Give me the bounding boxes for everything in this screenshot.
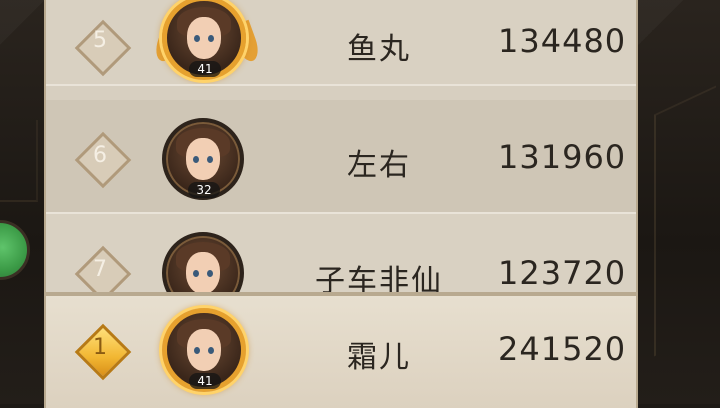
- player-score: 241520: [498, 330, 627, 368]
- background-left: [0, 0, 44, 404]
- avatar-eye-left: [194, 35, 200, 42]
- level-badge: 41: [189, 373, 221, 389]
- avatar-eye-left: [194, 347, 200, 354]
- avatar[interactable]: 41: [162, 308, 246, 392]
- table-row[interactable]: 6 32 左右 131960: [46, 100, 636, 214]
- avatar-eye-right: [208, 35, 214, 42]
- level-badge: 41: [189, 61, 221, 77]
- avatar[interactable]: [162, 232, 244, 292]
- table-row[interactable]: 5 41 鱼丸 134480: [46, 0, 636, 86]
- rank-number: 6: [93, 143, 107, 168]
- avatar-eye-right: [207, 270, 213, 277]
- avatar-face: [186, 252, 220, 292]
- avatar[interactable]: 32: [162, 118, 244, 200]
- avatar-face: [187, 17, 221, 59]
- avatar-face: [186, 138, 220, 180]
- level-badge: 32: [188, 182, 220, 198]
- current-player-row[interactable]: 1 41 霜儿 241520: [44, 292, 638, 408]
- avatar[interactable]: 41: [162, 0, 246, 80]
- rank-number: 5: [93, 28, 107, 53]
- player-score: 131960: [498, 138, 627, 176]
- player-name: 霜儿: [347, 340, 411, 375]
- player-score: 134480: [498, 22, 627, 60]
- player-name: 子车非仙: [315, 264, 443, 292]
- player-name: 左右: [347, 148, 411, 183]
- leaderboard-list[interactable]: 5 41 鱼丸 134480 6 32 左右 131960 7 子车非仙 123…: [44, 0, 638, 292]
- avatar-eye-left: [193, 270, 199, 277]
- rank-number: 1: [93, 335, 107, 360]
- avatar-face: [187, 329, 221, 371]
- table-row[interactable]: 7 子车非仙 123720: [46, 214, 636, 292]
- rank-number: 7: [93, 257, 107, 282]
- avatar-eye-right: [207, 156, 213, 163]
- player-name: 鱼丸: [347, 32, 411, 67]
- avatar-eye-right: [208, 347, 214, 354]
- avatar-eye-left: [193, 156, 199, 163]
- row-divider: [46, 84, 636, 86]
- player-score: 123720: [498, 254, 627, 292]
